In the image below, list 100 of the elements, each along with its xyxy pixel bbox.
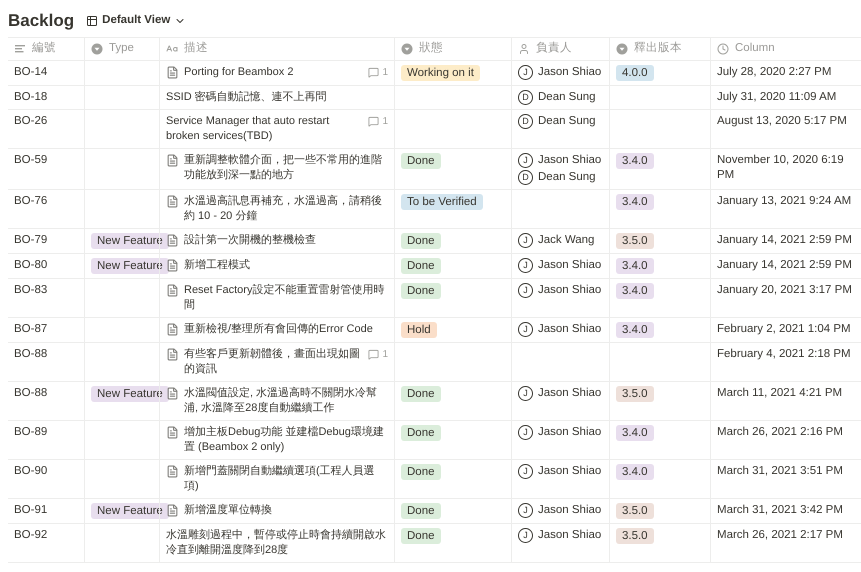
date-text: July 31, 2020 11:09 AM xyxy=(717,91,836,103)
page-title-link[interactable]: Reset Factory設定不能重置雷射管使用時間 xyxy=(184,283,388,313)
page-title-link[interactable]: 新增門蓋關閉自動繼續選項(工程人員選項) xyxy=(184,464,388,494)
date-text: February 4, 2021 2:18 PM xyxy=(717,348,851,360)
person-name: Jason Shiao xyxy=(538,258,602,273)
select-icon xyxy=(401,43,413,55)
page-title-link[interactable]: 增加主板Debug功能 並建檔Debug環境建置 (Beambox 2 only) xyxy=(184,425,388,455)
page-title-link[interactable]: 新增工程模式 xyxy=(184,258,388,273)
date-text: March 26, 2021 2:17 PM xyxy=(717,529,843,541)
issue-id: BO-90 xyxy=(14,465,48,477)
issue-id: BO-89 xyxy=(14,426,48,438)
avatar-initial: J xyxy=(518,386,533,401)
tag: To be Verified xyxy=(401,194,483,210)
page-title-link[interactable]: 水溫雕刻過程中，暫停或停止時會持續開啟水冷直到離開溫度降到28度 xyxy=(166,528,388,558)
avatar-initial: J xyxy=(518,153,533,168)
person-name: Jason Shiao xyxy=(538,153,602,168)
date-text: January 14, 2021 2:59 PM xyxy=(717,234,852,246)
page-title-link[interactable]: Porting for Beambox 2 xyxy=(184,65,364,80)
tag: New Feature xyxy=(91,258,169,274)
select-icon xyxy=(616,43,628,55)
comment-count: 1 xyxy=(382,348,388,362)
issue-id: BO-88 xyxy=(14,348,48,360)
tag: Done xyxy=(401,258,440,274)
person-name: Jason Shiao xyxy=(538,425,602,440)
person-name: Jason Shiao xyxy=(538,528,602,543)
tag: Done xyxy=(401,153,440,169)
issue-id: BO-76 xyxy=(14,195,48,207)
date-text: March 26, 2021 2:16 PM xyxy=(717,426,843,438)
text-lines-icon xyxy=(14,43,26,55)
issue-id: BO-26 xyxy=(14,115,48,127)
tag: 3.4.0 xyxy=(616,322,654,338)
date-text: January 20, 2021 3:17 PM xyxy=(717,284,852,296)
issue-id: BO-80 xyxy=(14,259,48,271)
person-name: Dean Sung xyxy=(538,114,596,129)
date-text: March 31, 2021 3:51 PM xyxy=(717,465,843,477)
issue-id: BO-14 xyxy=(14,66,48,78)
person-name: Jason Shiao xyxy=(538,464,602,479)
tag: Done xyxy=(401,503,440,519)
person-name: Dean Sung xyxy=(538,170,596,185)
tag: 3.4.0 xyxy=(616,258,654,274)
tag: 3.5.0 xyxy=(616,386,654,402)
person-name: Jason Shiao xyxy=(538,503,602,518)
issue-id: BO-91 xyxy=(14,504,48,516)
avatar-initial: J xyxy=(518,464,533,479)
issue-id: BO-18 xyxy=(14,91,48,103)
comment-icon xyxy=(368,67,380,78)
page-title-link[interactable]: 水溫過高訊息再補充，水溫過高，請稍後約 10 - 20 分鐘 xyxy=(184,194,388,224)
avatar-initial: J xyxy=(518,65,533,80)
page-title-link[interactable]: 設計第一次開機的整機檢查 xyxy=(184,233,388,248)
tag: 3.5.0 xyxy=(616,503,654,519)
comment-count: 1 xyxy=(382,115,388,129)
issue-id: BO-83 xyxy=(14,284,48,296)
tag: 3.4.0 xyxy=(616,153,654,169)
avatar-initial: J xyxy=(518,233,533,248)
tag: 3.4.0 xyxy=(616,425,654,441)
avatar-initial: D xyxy=(518,114,533,129)
issue-id: BO-88 xyxy=(14,387,48,399)
page-title-link[interactable]: SSID 密碼自動記憶、連不上再問 xyxy=(166,90,388,105)
avatar-initial: J xyxy=(518,528,533,543)
tag: Done xyxy=(401,528,440,544)
date-text: January 13, 2021 9:24 AM xyxy=(717,195,852,207)
person-name: Jason Shiao xyxy=(538,283,602,298)
clock-icon xyxy=(717,43,729,55)
page-title-link[interactable]: 重新檢視/整理所有會回傳的Error Code xyxy=(184,322,388,337)
date-text: November 10, 2020 6:19 PM xyxy=(717,154,844,181)
date-text: March 11, 2021 4:21 PM xyxy=(717,387,842,399)
page-title-link[interactable]: 水溫閥值設定, 水溫過高時不關閉水冷幫浦, 水溫降至28度自動繼續工作 xyxy=(184,386,388,416)
tag: 3.4.0 xyxy=(616,464,654,480)
page-title-link[interactable]: 重新調整軟體介面，把一些不常用的進階功能放到深一點的地方 xyxy=(184,153,388,183)
issue-id: BO-59 xyxy=(14,154,48,166)
avatar-initial: J xyxy=(518,258,533,273)
tag: Hold xyxy=(401,322,437,338)
tag: 3.4.0 xyxy=(616,283,654,299)
person-name: Jason Shiao xyxy=(538,65,602,80)
tag: 3.4.0 xyxy=(616,194,654,210)
person-name: Jason Shiao xyxy=(538,322,602,337)
page-title-link[interactable]: 有些客戶更新韌體後，畫面出現如圖的資訊 xyxy=(184,347,364,377)
page-title-link[interactable]: 新增溫度單位轉換 xyxy=(184,503,388,518)
date-text: February 2, 2021 1:04 PM xyxy=(717,323,851,335)
comment-icon xyxy=(368,349,380,360)
view-selector[interactable]: Default View xyxy=(86,12,186,30)
date-text: August 13, 2020 5:17 PM xyxy=(717,115,847,127)
date-text: July 28, 2020 2:27 PM xyxy=(717,66,832,78)
tag: New Feature xyxy=(91,386,169,402)
issue-id: BO-87 xyxy=(14,323,48,335)
person-name: Jason Shiao xyxy=(538,386,602,401)
tag: 3.5.0 xyxy=(616,233,654,249)
date-text: January 14, 2021 2:59 PM xyxy=(717,259,852,271)
tag: New Feature xyxy=(91,503,169,519)
page-title-link[interactable]: Service Manager that auto restart broken services(TBD) xyxy=(166,114,364,144)
select-icon xyxy=(91,43,103,55)
tag: Done xyxy=(401,233,440,249)
issue-id: BO-79 xyxy=(14,234,48,246)
table-icon xyxy=(86,14,98,26)
avatar-initial: J xyxy=(518,322,533,337)
avatar-initial: J xyxy=(518,503,533,518)
tag: Done xyxy=(401,464,440,480)
person-name: Jack Wang xyxy=(538,233,594,248)
date-text: March 31, 2021 3:42 PM xyxy=(717,504,843,516)
tag: 3.5.0 xyxy=(616,528,654,544)
